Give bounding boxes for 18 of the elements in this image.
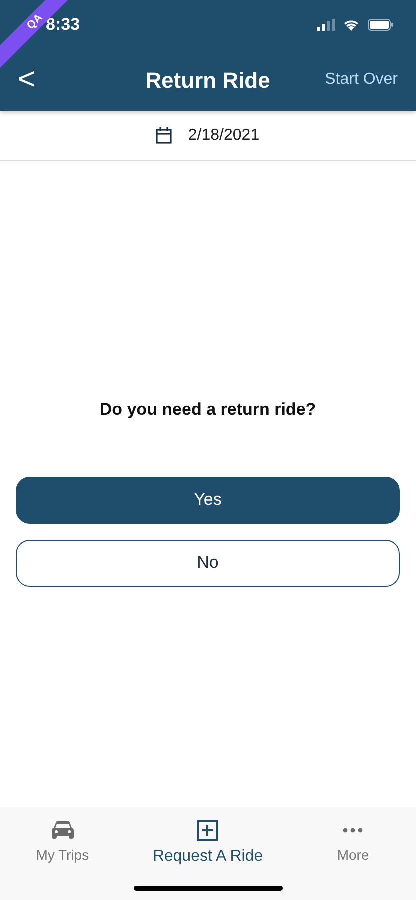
status-time: 8:33 [46, 14, 80, 36]
screen-title: Return Ride [146, 68, 270, 92]
yes-button[interactable]: Yes [16, 476, 400, 524]
car-icon [52, 821, 74, 839]
start-over-button[interactable]: Start Over [325, 68, 398, 92]
wifi-icon [343, 19, 360, 31]
no-button[interactable]: No [16, 540, 400, 586]
back-button[interactable]: < [14, 65, 40, 95]
question-text: Do you need a return ride? [98, 399, 318, 421]
tab-item[interactable]: Request A Ride [132, 807, 283, 869]
tab-item[interactable]: More [298, 807, 408, 869]
signal-icon [317, 19, 335, 31]
calendar-icon [156, 127, 172, 144]
add-icon [197, 820, 218, 840]
ride-date: 2/18/2021 [188, 126, 260, 146]
more-icon [343, 828, 364, 832]
battery-icon [368, 19, 394, 31]
tab-item[interactable]: My Trips [8, 807, 118, 869]
